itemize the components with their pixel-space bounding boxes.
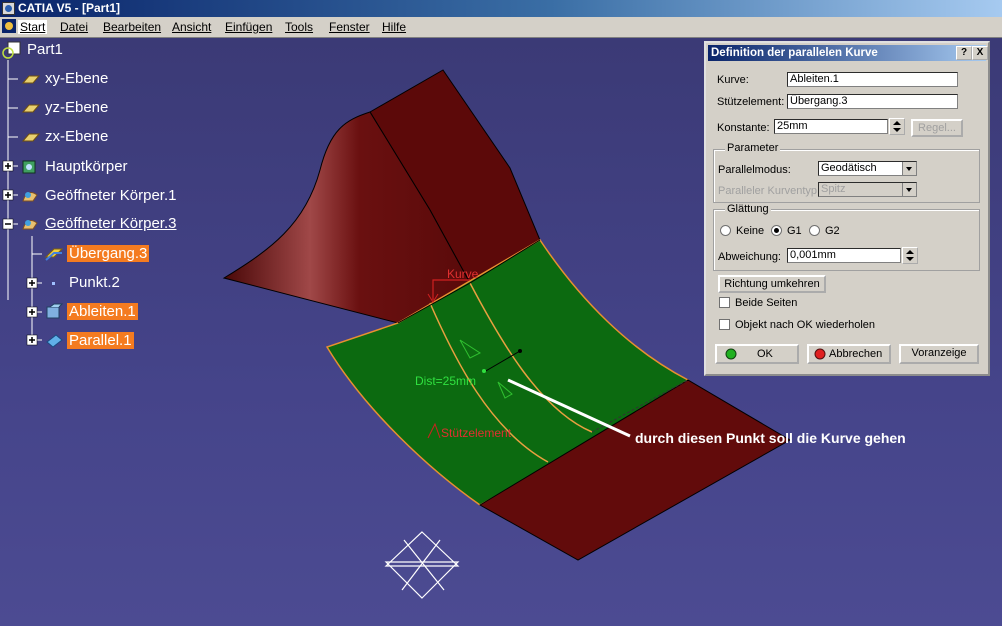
g2-label: G2 [825, 225, 840, 237]
title-bar: CATIA V5 - [Part1] [0, 0, 1002, 17]
richtung-umkehren-button[interactable]: Richtung umkehren [718, 275, 826, 293]
beide-seiten-checkbox[interactable] [719, 297, 730, 308]
glaettung-group-title: Glättung [725, 203, 771, 215]
parallelmodus-select[interactable]: Geodätisch [818, 161, 917, 176]
regel-button[interactable]: Regel... [911, 119, 963, 137]
catia-menu-icon[interactable] [2, 19, 16, 33]
abbrechen-button[interactable]: Abbrechen [807, 344, 891, 364]
kurventyp-select[interactable]: Spitz [818, 182, 917, 197]
konstante-field[interactable]: 25mm [774, 119, 888, 134]
menu-einfuegen[interactable]: Einfügen [225, 20, 272, 34]
tree-item-zx-ebene[interactable]: zx-Ebene [20, 126, 110, 148]
point-icon [52, 282, 55, 286]
tree-item-geoeffneter-koerper-3[interactable]: Geöffneter Körper.3 [20, 213, 178, 235]
menu-ansicht[interactable]: Ansicht [172, 20, 211, 34]
stuetzelement-field[interactable]: Übergang.3 [787, 94, 958, 109]
parameter-group-title: Parameter [725, 142, 781, 154]
plane-icon [21, 75, 40, 84]
help-button[interactable]: ? [956, 46, 972, 60]
voranzeige-button[interactable]: Voranzeige [899, 344, 979, 364]
blend-surface-icon [44, 248, 64, 261]
ok-label: OK [757, 348, 773, 360]
extract-icon [46, 303, 64, 319]
parallel-curve-dialog: Definition der parallelen Kurve ? X Kurv… [704, 41, 990, 376]
keine-label: Keine [736, 225, 765, 237]
window-title: CATIA V5 - [Part1] [18, 1, 121, 15]
point-marker[interactable] [482, 369, 486, 373]
label-stuetzelement: Stützelement [441, 426, 512, 440]
tree-item-uebergang-3[interactable]: Übergang.3 [44, 243, 150, 265]
chevron-down-icon[interactable] [902, 183, 916, 196]
menu-fenster[interactable]: Fenster [329, 20, 370, 34]
parallel-curve-icon [46, 334, 63, 348]
compass-icon[interactable] [384, 531, 460, 599]
close-button[interactable]: X [972, 46, 988, 60]
parallelmodus-label: Parallelmodus: [718, 164, 791, 176]
point-marker-2 [518, 349, 522, 353]
abweichung-field[interactable]: 0,001mm [787, 248, 901, 263]
green-dot-icon [725, 348, 737, 360]
parallelmodus-value: Geodätisch [821, 162, 877, 174]
menu-start[interactable]: Start [18, 20, 48, 34]
catia-app-icon[interactable] [2, 2, 15, 15]
menu-bearbeiten[interactable]: Bearbeiten [103, 20, 161, 34]
dialog-title-bar: Definition der parallelen Kurve ? X [708, 45, 988, 61]
radio-g2[interactable] [809, 225, 820, 236]
radio-keine[interactable] [720, 225, 731, 236]
abbrechen-label: Abbrechen [829, 348, 883, 360]
tree-item-geoeffneter-koerper-1[interactable]: Geöffneter Körper.1 [20, 185, 178, 207]
label-kurve: Kurve [447, 267, 479, 281]
abweichung-spinner[interactable] [902, 247, 918, 264]
konstante-spinner[interactable] [889, 118, 905, 135]
dialog-title: Definition der parallelen Kurve [711, 47, 878, 59]
label-dist: Dist=25mm [415, 374, 477, 388]
open-body-icon [22, 220, 38, 230]
open-body-icon [22, 192, 38, 202]
chevron-down-icon[interactable] [902, 162, 916, 175]
objekt-wiederholen-label: Objekt nach OK wiederholen [735, 319, 876, 331]
radio-g1[interactable] [771, 225, 782, 236]
kurventyp-label: Paralleler Kurventyp: [718, 185, 821, 197]
tree-item-ableiten-1[interactable]: Ableiten.1 [44, 301, 138, 323]
abweichung-label: Abweichung: [718, 251, 781, 263]
menu-hilfe[interactable]: Hilfe [382, 20, 406, 34]
tree-item-yz-ebene[interactable]: yz-Ebene [20, 97, 110, 119]
tree-item-hauptkoerper[interactable]: Hauptkörper [20, 156, 130, 178]
konstante-label: Konstante: [717, 122, 770, 134]
g1-label: G1 [787, 225, 802, 237]
ok-button[interactable]: OK [715, 344, 799, 364]
kurve-label: Kurve: [717, 74, 749, 86]
menu-bar: Start Datei Bearbeiten Ansicht Einfügen … [0, 17, 1002, 38]
red-dot-icon [814, 348, 826, 360]
tree-root-part1[interactable]: Part1 [2, 39, 65, 61]
kurve-field[interactable]: Ableiten.1 [787, 72, 958, 87]
kurventyp-value: Spitz [821, 183, 846, 195]
annotation-text: durch diesen Punkt soll die Kurve gehen [635, 430, 906, 446]
objekt-wiederholen-checkbox[interactable] [719, 319, 730, 330]
menu-tools[interactable]: Tools [285, 20, 313, 34]
body-icon [22, 160, 36, 174]
part-icon [2, 41, 21, 59]
plane-icon [21, 104, 40, 113]
tree-item-xy-ebene[interactable]: xy-Ebene [20, 68, 110, 90]
beide-seiten-label: Beide Seiten [735, 297, 798, 309]
tree-item-punkt-2[interactable]: Punkt.2 [44, 272, 122, 294]
stuetzelement-label: Stützelement: [717, 96, 785, 108]
tree-item-parallel-1[interactable]: Parallel.1 [44, 330, 134, 352]
plane-icon [21, 133, 40, 142]
menu-datei[interactable]: Datei [60, 20, 88, 34]
